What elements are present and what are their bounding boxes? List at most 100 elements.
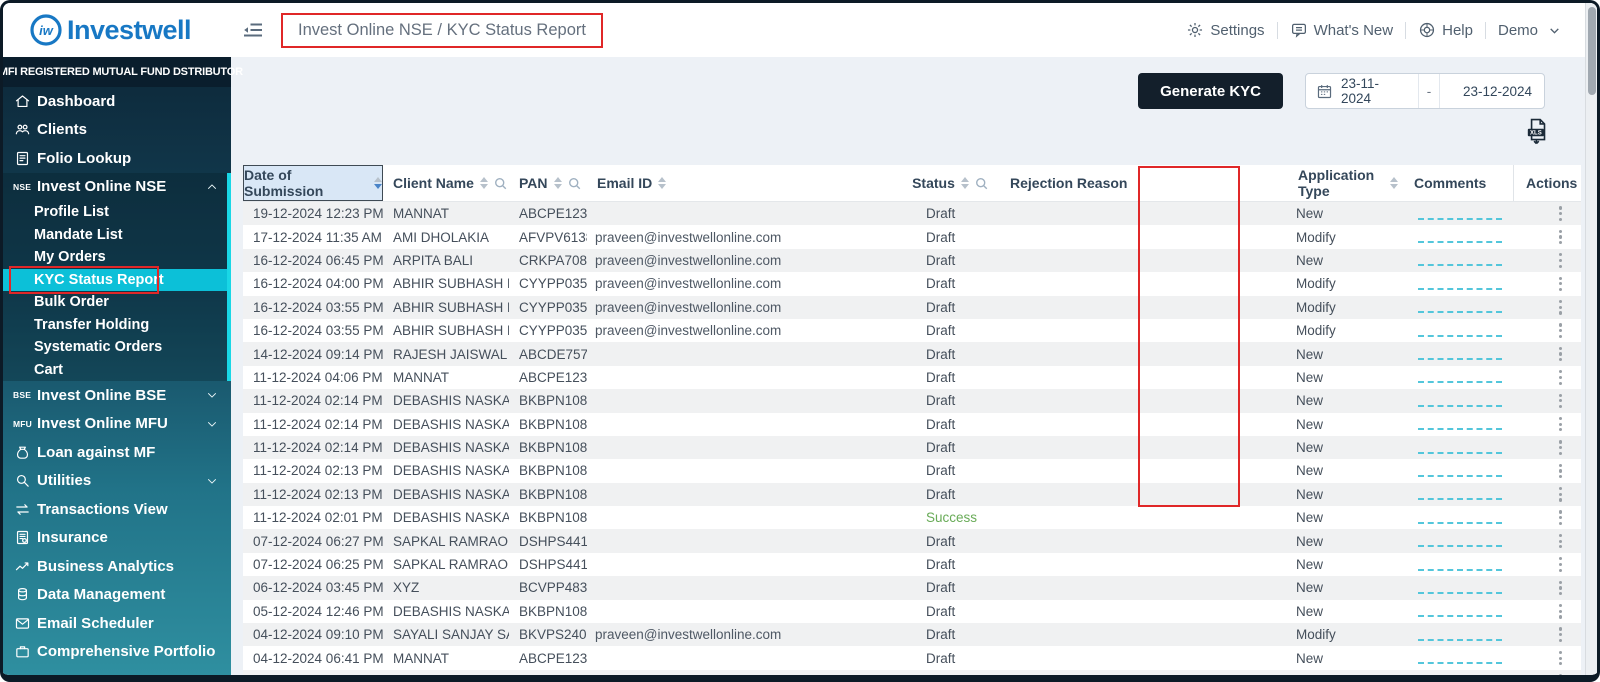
kebab-menu-icon[interactable] — [1556, 274, 1565, 295]
sidebar-item-comprehensive-portfolio[interactable]: Comprehensive Portfolio — [3, 638, 231, 667]
comment-field[interactable] — [1418, 418, 1502, 431]
kebab-menu-icon[interactable] — [1556, 227, 1565, 248]
cell-pan: DSHPS4416N — [519, 557, 587, 573]
sidebar-item-transactions-view[interactable]: Transactions View — [3, 495, 231, 524]
export-xls-icon[interactable]: XLS — [1524, 118, 1551, 146]
sidebar-item-insurance[interactable]: Insurance — [3, 524, 231, 553]
settings-button[interactable]: Settings — [1186, 21, 1265, 39]
comment-field[interactable] — [1418, 442, 1502, 454]
kebab-menu-icon[interactable] — [1556, 648, 1565, 669]
sidebar-item-invest-online-mfu[interactable]: MFU Invest Online MFU — [3, 410, 231, 439]
cell-pan: BKBPN1089A — [519, 416, 587, 432]
column-header-pan[interactable]: PAN — [509, 165, 587, 201]
kebab-menu-icon[interactable] — [1556, 578, 1565, 599]
comment-field[interactable] — [1418, 559, 1502, 571]
kebab-menu-icon[interactable] — [1556, 484, 1565, 505]
kebab-menu-icon[interactable] — [1556, 250, 1565, 271]
sidebar-collapse-icon[interactable] — [241, 18, 265, 42]
whats-new-button[interactable]: What's New — [1290, 21, 1393, 39]
help-button[interactable]: Help — [1418, 21, 1473, 39]
kebab-menu-icon[interactable] — [1556, 601, 1565, 622]
sort-icon[interactable] — [553, 176, 562, 190]
comment-field[interactable] — [1418, 465, 1502, 477]
kebab-menu-icon[interactable] — [1556, 507, 1565, 528]
sidebar-item-invest-online-bse[interactable]: BSE Invest Online BSE — [3, 381, 231, 410]
sidebar-subitem-kyc-status-report[interactable]: KYC Status Report — [3, 268, 231, 291]
sidebar-item-data-management[interactable]: Data Management — [3, 581, 231, 610]
sidebar-subitem-systematic-orders[interactable]: Systematic Orders — [3, 336, 231, 359]
search-icon[interactable] — [975, 177, 988, 190]
column-header-client-name[interactable]: Client Name — [383, 165, 509, 201]
sidebar-subitem-my-orders[interactable]: My Orders — [3, 246, 231, 269]
comment-field[interactable] — [1418, 254, 1502, 267]
kebab-menu-icon[interactable] — [1556, 414, 1565, 435]
comment-field[interactable] — [1418, 325, 1502, 337]
search-icon[interactable] — [494, 177, 507, 190]
kebab-menu-icon[interactable] — [1556, 391, 1565, 412]
sidebar-subitem-mandate-list[interactable]: Mandate List — [3, 224, 231, 247]
sort-icon[interactable] — [1390, 176, 1398, 190]
date-to-value[interactable]: 23-12-2024 — [1440, 84, 1544, 99]
comment-field[interactable] — [1418, 582, 1502, 594]
column-label: Actions — [1526, 175, 1578, 191]
kebab-menu-icon[interactable] — [1556, 531, 1565, 552]
sort-icon[interactable] — [658, 176, 667, 190]
date-from-value[interactable]: 23-11-2024 — [1341, 76, 1408, 106]
kebab-menu-icon[interactable] — [1556, 437, 1565, 458]
comment-field[interactable] — [1418, 605, 1502, 618]
sidebar-item-loan-against-mf[interactable]: Loan against MF — [3, 438, 231, 467]
cell-status: Draft — [926, 369, 956, 385]
comment-field[interactable] — [1418, 535, 1502, 548]
sidebar-item-clients[interactable]: Clients — [3, 116, 231, 145]
sort-icon[interactable] — [374, 176, 382, 190]
kebab-menu-icon[interactable] — [1556, 344, 1565, 365]
date-range-picker[interactable]: 23-11-2024 - 23-12-2024 — [1305, 73, 1545, 109]
kebab-menu-icon[interactable] — [1556, 367, 1565, 388]
sidebar-item-folio-lookup[interactable]: Folio Lookup — [3, 144, 231, 173]
column-header-email-id[interactable]: Email ID — [587, 165, 900, 201]
cell-comments — [1398, 225, 1513, 248]
kebab-menu-icon[interactable] — [1556, 297, 1565, 318]
logo[interactable]: iw Investwell — [3, 13, 215, 47]
kebab-menu-icon[interactable] — [1556, 624, 1565, 645]
comment-field[interactable] — [1418, 278, 1502, 290]
sort-icon[interactable] — [960, 176, 969, 190]
column-header-date-of-submission[interactable]: Date of Submission — [243, 165, 383, 201]
sidebar-item-utilities[interactable]: Utilities — [3, 467, 231, 496]
svg-text:iw: iw — [39, 23, 54, 38]
sidebar-item-invest-online-nse[interactable]: NSE Invest Online NSE — [3, 173, 231, 202]
column-header-status[interactable]: Status — [900, 165, 1000, 201]
comment-field[interactable] — [1418, 301, 1502, 314]
sidebar-subitem-bulk-order[interactable]: Bulk Order — [3, 291, 231, 314]
sidebar-subitem-transfer-holding[interactable]: Transfer Holding — [3, 314, 231, 337]
generate-kyc-button[interactable]: Generate KYC — [1138, 73, 1283, 109]
sidebar-item-business-analytics[interactable]: Business Analytics — [3, 552, 231, 581]
kebab-menu-icon[interactable] — [1556, 203, 1565, 224]
search-icon[interactable] — [568, 177, 581, 190]
comment-field[interactable] — [1418, 676, 1502, 682]
kebab-menu-icon[interactable] — [1556, 320, 1565, 341]
sidebar-subitem-profile-list[interactable]: Profile List — [3, 201, 231, 224]
comment-field[interactable] — [1418, 512, 1502, 524]
comment-field[interactable] — [1418, 348, 1502, 361]
kebab-menu-icon[interactable] — [1556, 461, 1565, 482]
sidebar-item-dashboard[interactable]: Dashboard — [3, 87, 231, 116]
vertical-scrollbar[interactable] — [1585, 3, 1597, 675]
account-menu[interactable]: Demo — [1498, 22, 1561, 39]
comment-field[interactable] — [1418, 371, 1502, 384]
sidebar-subitem-cart[interactable]: Cart — [3, 359, 231, 382]
kebab-menu-icon[interactable] — [1556, 671, 1565, 675]
sidebar-item-label: Clients — [37, 121, 88, 139]
kebab-menu-icon[interactable] — [1556, 554, 1565, 575]
comment-field[interactable] — [1418, 488, 1502, 501]
sort-icon[interactable] — [479, 176, 488, 190]
comment-field[interactable] — [1418, 652, 1502, 665]
sidebar-item-email-scheduler[interactable]: Email Scheduler — [3, 609, 231, 638]
column-header-application-type[interactable]: Application Type — [1288, 165, 1398, 201]
comment-field[interactable] — [1418, 629, 1502, 641]
comment-field[interactable] — [1418, 395, 1502, 407]
comment-field[interactable] — [1418, 208, 1502, 220]
comment-field[interactable] — [1418, 231, 1502, 244]
cell-rejection-reason — [1000, 389, 1288, 412]
scrollbar-thumb[interactable] — [1587, 7, 1596, 95]
